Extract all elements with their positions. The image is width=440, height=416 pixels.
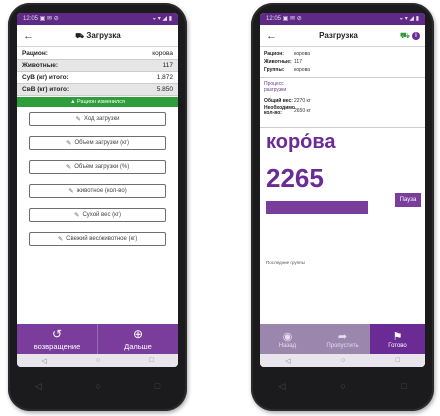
load-volume-kg-button[interactable]: ✎ Объем загрузки (кг) [29,136,166,150]
edit-icon: ✎ [68,188,74,195]
info-row-fresh-total: СвВ (кг) итого: 5.850 [17,84,178,96]
next-button[interactable]: ⊕ Дальше [98,324,178,354]
app-bar: ← Разгрузка ⛟ i [260,25,425,47]
back-circle-icon: ◉ [282,330,293,343]
pause-button[interactable]: Пауза [395,193,421,207]
skip-button[interactable]: ➦ Пропустить [315,324,370,354]
info-row-dry-total: СуВ (кг) итого: 1.872 [17,72,178,84]
edit-icon: ✎ [57,236,64,243]
undo-icon: ↺ [51,326,63,341]
soft-recents-icon[interactable]: □ [401,381,406,391]
right-phone: 12:05 ▣ ✉ ⊘ ◒ ▾ ◢ ▮ ← Разгрузка ⛟ i Раци… [251,3,434,411]
status-bar: 12:05 ▣ ✉ ⊘ ◒ ▾ ◢ ▮ [17,13,178,25]
bottom-action-bar: ↺ возвращение ⊕ Дальше [17,324,178,354]
info-row-animals: Животные: 117 [17,60,178,72]
edit-icon: ✎ [73,212,80,219]
status-left: 12:05 ▣ ✉ ⊘ [266,16,302,22]
load-volume-percent-button[interactable]: ✎ Объем загрузки (%) [29,160,166,174]
edit-icon: ✎ [66,140,72,147]
app-bar: ← ⛟ Загрузка [17,25,178,47]
info-icon[interactable]: i [412,31,420,40]
info-row-animals: Животные: 117 [264,59,302,65]
tractor-icon: ⛟ [399,30,410,40]
last-groups-label: Последние группы [266,260,305,265]
info-row-required-amount: Необходимо кол-во: 2650 кг [264,104,311,116]
dry-weight-button[interactable]: ✎ Сухой вес (кг) [29,208,166,222]
hardware-keys: ◁ ○ □ [8,375,187,397]
back-arrow-icon[interactable]: ← [266,30,277,42]
nav-recents-icon[interactable]: □ [396,357,400,364]
soft-home-icon[interactable]: ○ [96,381,101,391]
left-screen: 12:05 ▣ ✉ ⊘ ◒ ▾ ◢ ▮ ← ⛟ Загрузка Рацион:… [17,13,178,367]
status-left: 12:05 ▣ ✉ ⊘ [23,16,59,22]
nav-back-icon[interactable]: ◁ [285,357,290,365]
nav-home-icon[interactable]: ○ [96,357,100,364]
ration-changed-notice: ▲ Рацион изменился [17,97,178,107]
navigation-bar: ◁ ○ □ [17,354,178,367]
bottom-action-bar: ◉ Назад ➦ Пропустить ⚑ Готово [260,324,425,354]
info-row-ration: Рацион: корова [264,51,310,57]
finish-flag-icon: ⚑ [392,330,403,343]
info-table: Рацион: корова Животные: 117 СуВ (кг) итог… [17,48,178,107]
nav-recents-icon[interactable]: □ [149,357,153,364]
status-bar: 12:05 ▣ ✉ ⊘ ◒ ▾ ◢ ▮ [260,13,425,25]
back-button[interactable]: ↺ возвращение [17,324,98,354]
summary-info: Рацион: корова Животные: 117 Группы: корова… [260,50,425,116]
left-phone: 12:05 ▣ ✉ ⊘ ◒ ▾ ◢ ▮ ← ⛟ Загрузка Рацион:… [8,3,187,411]
info-row-total-weight: Общий вес: 2270 кг [264,98,311,104]
page-title: Разгрузка [319,31,358,40]
load-progress-button[interactable]: ✎ Ход загрузки [29,112,166,126]
soft-recents-icon[interactable]: □ [155,381,160,391]
back-button[interactable]: ◉ Назад [260,324,315,354]
next-circle-icon: ⊕ [132,326,144,341]
unload-process-label: Процесс разгрузки [264,81,287,93]
unload-progress-bar [266,201,368,214]
truck-icon: ⛟ [75,32,85,40]
current-weight-value: 2265 [266,163,324,193]
edit-icon: ✎ [75,116,81,123]
forward-arrow-icon: ➦ [337,330,348,343]
info-row-ration: Рацион: корова [17,48,178,60]
nav-back-icon[interactable]: ◁ [42,357,47,365]
done-button[interactable]: ⚑ Готово [370,324,425,354]
navigation-bar: ◁ ○ □ [260,354,425,367]
back-arrow-icon[interactable]: ← [23,30,34,42]
soft-home-icon[interactable]: ○ [341,381,346,391]
edit-icon: ✎ [65,164,72,171]
nav-home-icon[interactable]: ○ [341,357,345,364]
page-title: ⛟ Загрузка [75,30,121,40]
fresh-weight-per-animal-button[interactable]: ✎ Свежий вес/животное (кг) [29,232,166,246]
animals-count-button[interactable]: ✎ животное (кол-во) [29,184,166,198]
status-right: ◒ ▾ ◢ ▮ [152,16,172,22]
soft-back-icon[interactable]: ◁ [279,381,286,392]
right-screen: 12:05 ▣ ✉ ⊘ ◒ ▾ ◢ ▮ ← Разгрузка ⛟ i Раци… [260,13,425,367]
status-right: ◒ ▾ ◢ ▮ [399,16,419,22]
warning-icon: ▲ [70,99,78,105]
info-row-groups: Группы: корова [264,67,310,73]
hardware-keys: ◁ ○ □ [251,375,434,397]
current-ration-name: коро́ва [266,131,336,153]
soft-back-icon[interactable]: ◁ [35,381,42,392]
